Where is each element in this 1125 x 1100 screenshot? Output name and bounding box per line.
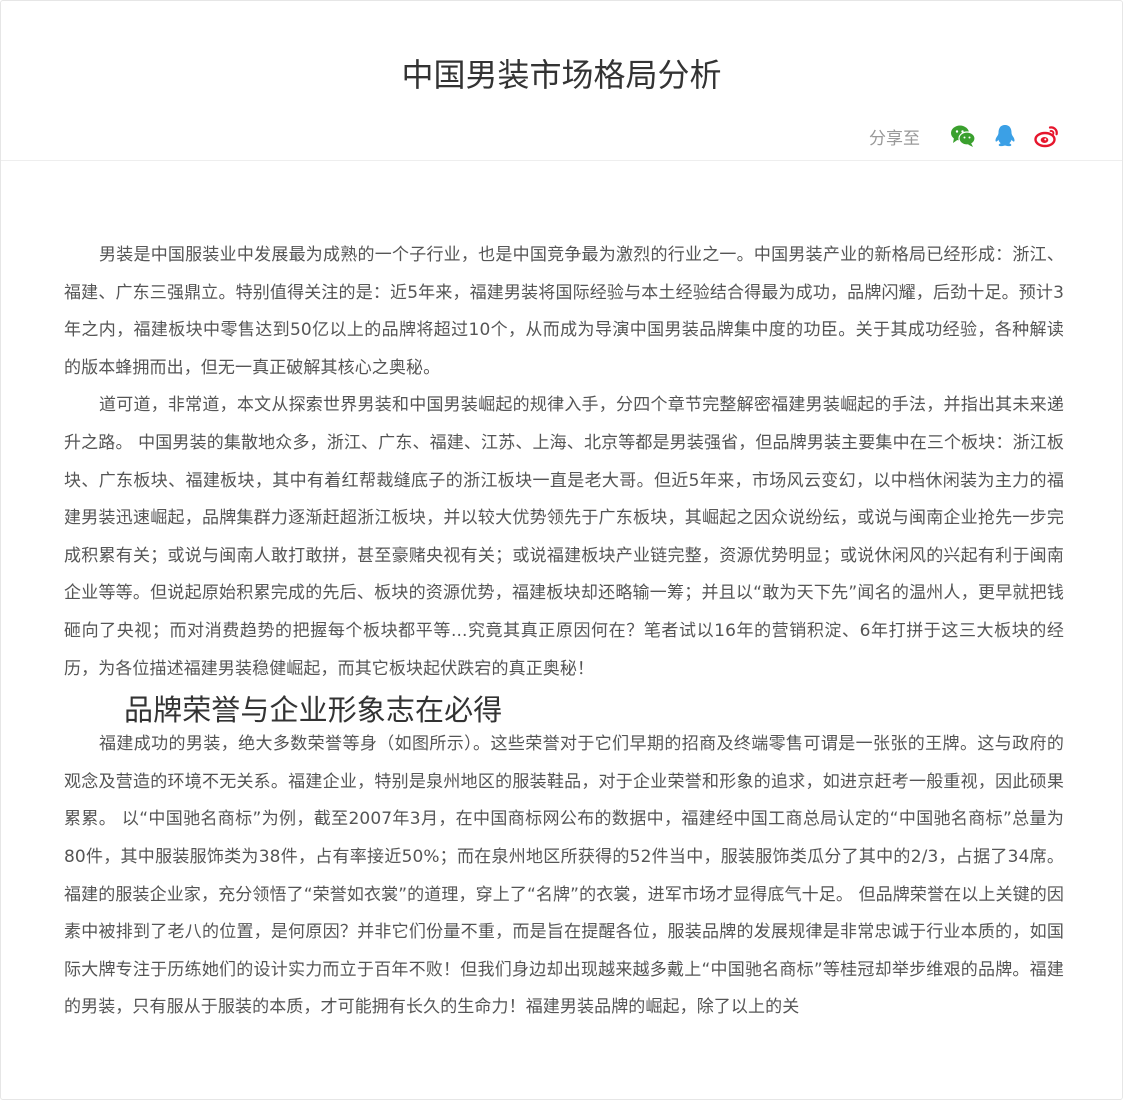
article-header: 中国男装市场格局分析 分享至 bbox=[1, 1, 1122, 161]
qq-icon[interactable] bbox=[992, 123, 1018, 149]
weibo-icon[interactable] bbox=[1034, 123, 1060, 149]
share-bar: 分享至 bbox=[869, 122, 1060, 150]
share-label: 分享至 bbox=[869, 128, 920, 149]
page-title: 中国男装市场格局分析 bbox=[401, 56, 722, 94]
article-body: 男装是中国服装业中发展最为成熟的一个子行业，也是中国竞争最为激烈的行业之一。中国… bbox=[64, 237, 1064, 1027]
paragraph: 道可道，非常道，本文从探索世界男装和中国男装崛起的规律入手，分四个章节完整解密福… bbox=[64, 395, 1064, 679]
paragraph: 男装是中国服装业中发展最为成熟的一个子行业，也是中国竞争最为激烈的行业之一。中国… bbox=[64, 245, 1064, 378]
wechat-icon[interactable] bbox=[950, 123, 976, 149]
paragraph: 福建成功的男装，绝大多数荣誉等身（如图所示）。这些荣誉对于它们早期的招商及终端零… bbox=[64, 734, 1064, 1018]
section-heading: 品牌荣誉与企业形象志在必得 bbox=[124, 693, 503, 728]
article-card: 中国男装市场格局分析 分享至 男装是中国服装业中发展最为成熟的一个子行业，也是中… bbox=[0, 0, 1123, 1100]
